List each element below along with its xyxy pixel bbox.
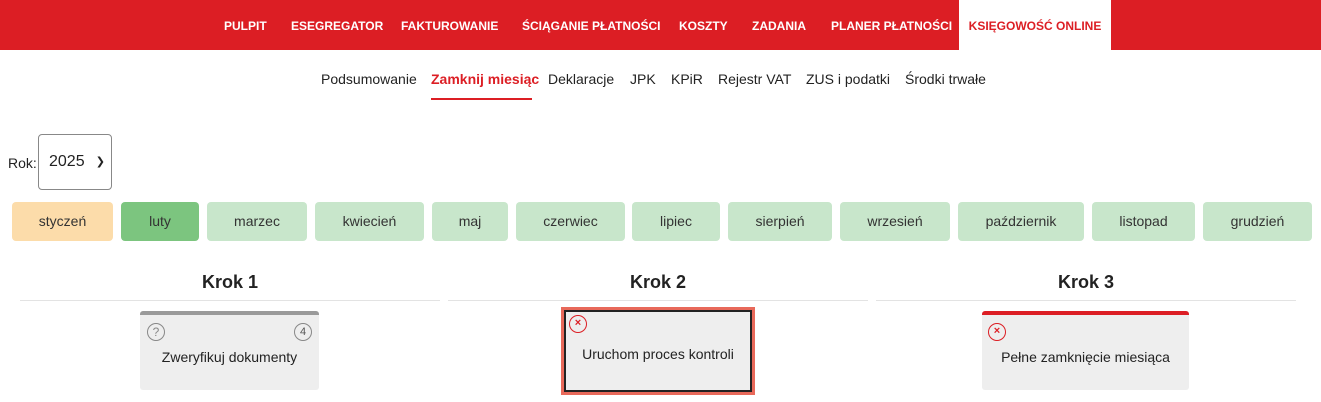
error-icon: ×: [988, 323, 1006, 341]
month-button-lipiec[interactable]: lipiec: [632, 202, 720, 241]
month-button-luty[interactable]: luty: [121, 202, 199, 241]
top-nav-item-koszty[interactable]: KOSZTY: [679, 0, 728, 50]
sub-nav-item-deklaracje[interactable]: Deklaracje: [548, 71, 614, 87]
active-tab-underline: [431, 98, 532, 100]
top-nav: PULPIT ESEGREGATOR FAKTUROWANIE ŚCIĄGANI…: [0, 0, 1321, 50]
sub-nav-item-rejestr-vat[interactable]: Rejestr VAT: [718, 71, 791, 87]
step-1-divider: [20, 300, 440, 301]
month-button-grudzien[interactable]: grudzień: [1203, 202, 1312, 241]
question-icon: ?: [147, 323, 165, 341]
sub-nav-item-zus-i-podatki[interactable]: ZUS i podatki: [806, 71, 890, 87]
month-button-sierpien[interactable]: sierpień: [728, 202, 832, 241]
year-value: 2025: [49, 153, 85, 170]
top-nav-item-esegregator[interactable]: ESEGREGATOR: [291, 0, 383, 50]
month-button-styczen[interactable]: styczeń: [12, 202, 113, 241]
month-button-pazdziernik[interactable]: październik: [958, 202, 1084, 241]
sub-nav-item-jpk[interactable]: JPK: [630, 71, 656, 87]
top-nav-item-zadania[interactable]: ZADANIA: [752, 0, 806, 50]
top-nav-item-fakturowanie[interactable]: FAKTUROWANIE: [401, 0, 498, 50]
step-1-card[interactable]: ? 4 Zweryfikuj dokumenty: [140, 311, 319, 390]
step-2-card[interactable]: × Uruchom proces kontroli: [561, 307, 755, 395]
month-button-kwiecien[interactable]: kwiecień: [315, 202, 424, 241]
step-2-title: Krok 2: [629, 272, 687, 292]
sub-nav-item-podsumowanie[interactable]: Podsumowanie: [321, 71, 417, 87]
month-button-marzec[interactable]: marzec: [207, 202, 307, 241]
step-1-card-label: Zweryfikuj dokumenty: [161, 349, 298, 365]
month-button-czerwiec[interactable]: czerwiec: [516, 202, 625, 241]
top-nav-item-pulpit[interactable]: PULPIT: [224, 0, 267, 50]
month-button-wrzesien[interactable]: wrzesień: [840, 202, 950, 241]
sub-nav-item-kpir[interactable]: KPiR: [671, 71, 703, 87]
step-3-divider: [876, 300, 1296, 301]
step-3-card[interactable]: × Pełne zamknięcie miesiąca: [982, 311, 1189, 390]
top-nav-item-planer-platnosci[interactable]: PLANER PŁATNOŚCI: [831, 0, 952, 50]
year-label: Rok:: [8, 155, 37, 171]
sub-nav-item-zamknij-miesiac[interactable]: Zamknij miesiąc: [431, 71, 539, 87]
month-button-maj[interactable]: maj: [432, 202, 508, 241]
step-1-title: Krok 1: [201, 272, 259, 292]
sub-nav-item-srodki-trwale[interactable]: Środki trwałe: [905, 71, 986, 87]
document-count-badge: 4: [294, 323, 312, 341]
top-nav-item-ksiegowosc-online[interactable]: KSIĘGOWOŚĆ ONLINE: [959, 0, 1111, 50]
step-2-card-label: Uruchom proces kontroli: [582, 346, 734, 362]
step-3-card-label: Pełne zamknięcie miesiąca: [1001, 349, 1170, 365]
year-select[interactable]: 2025 ❯: [38, 134, 112, 190]
error-icon: ×: [569, 315, 587, 333]
sub-nav: Podsumowanie Zamknij miesiąc Deklaracje …: [0, 68, 1321, 104]
month-button-listopad[interactable]: listopad: [1092, 202, 1195, 241]
step-2-divider: [448, 300, 868, 301]
chevron-down-icon: ❯: [95, 156, 105, 168]
step-3-title: Krok 3: [1057, 272, 1115, 292]
top-nav-item-sciaganie-platnosci[interactable]: ŚCIĄGANIE PŁATNOŚCI: [522, 0, 660, 50]
